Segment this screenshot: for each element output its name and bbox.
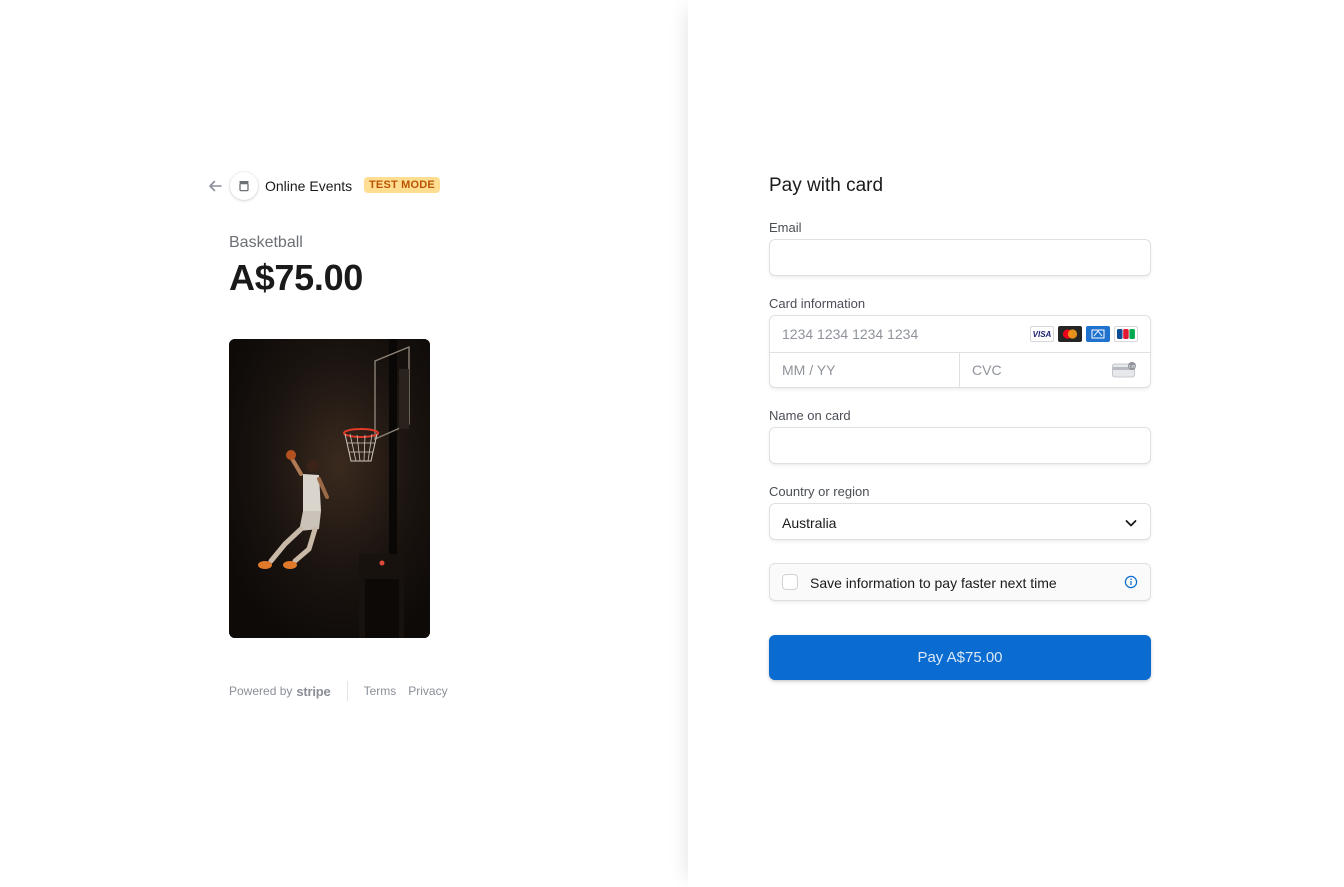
card-number-input[interactable] bbox=[770, 316, 1020, 352]
email-field-wrapper bbox=[769, 239, 1151, 276]
mastercard-icon bbox=[1058, 326, 1082, 342]
cvc-cell: 135 bbox=[960, 352, 1150, 388]
email-field[interactable] bbox=[770, 240, 1150, 275]
info-icon[interactable] bbox=[1124, 575, 1138, 589]
name-on-card-wrapper bbox=[769, 427, 1151, 464]
merchant-name: Online Events bbox=[265, 178, 353, 194]
card-brand-icons: VISA bbox=[1030, 326, 1138, 342]
visa-icon: VISA bbox=[1030, 326, 1054, 342]
jcb-icon bbox=[1114, 326, 1138, 342]
merchant-logo bbox=[230, 172, 258, 200]
country-label: Country or region bbox=[769, 484, 870, 499]
save-info-checkbox[interactable] bbox=[782, 574, 798, 590]
product-summary-pane: Online Events TEST MODE Basketball A$75.… bbox=[0, 0, 688, 887]
card-info-label: Card information bbox=[769, 296, 866, 311]
footer: Powered by stripe Terms Privacy bbox=[229, 681, 448, 701]
form-title: Pay with card bbox=[769, 175, 884, 196]
save-info-box: Save information to pay faster next time bbox=[769, 563, 1151, 601]
powered-by-label: Powered by bbox=[229, 684, 293, 698]
country-value: Australia bbox=[782, 515, 837, 531]
card-number-row: VISA bbox=[770, 316, 1150, 353]
expiry-input[interactable] bbox=[770, 352, 959, 388]
powered-by-stripe[interactable]: Powered by stripe bbox=[229, 684, 331, 699]
email-label: Email bbox=[769, 220, 802, 235]
product-price: A$75.00 bbox=[229, 257, 364, 298]
pay-button[interactable]: Pay A$75.00 bbox=[769, 635, 1151, 680]
expiry-cell bbox=[770, 352, 960, 388]
product-name: Basketball bbox=[229, 234, 303, 251]
store-icon bbox=[239, 181, 249, 192]
save-info-label: Save information to pay faster next time bbox=[810, 575, 1057, 591]
privacy-link[interactable]: Privacy bbox=[408, 684, 447, 698]
test-mode-badge: TEST MODE bbox=[364, 177, 440, 193]
svg-text:135: 135 bbox=[1129, 364, 1136, 369]
stripe-logo: stripe bbox=[296, 683, 331, 699]
cvc-input[interactable] bbox=[960, 352, 1100, 388]
card-back-icon: 135 bbox=[1112, 362, 1136, 378]
country-select[interactable]: Australia bbox=[769, 503, 1151, 540]
chevron-down-icon bbox=[1125, 520, 1137, 527]
amex-icon bbox=[1086, 326, 1110, 342]
footer-divider bbox=[346, 681, 348, 701]
name-on-card-label: Name on card bbox=[769, 408, 851, 423]
arrow-left-icon[interactable] bbox=[206, 177, 224, 195]
card-info-group: VISA bbox=[769, 315, 1151, 388]
name-on-card-field[interactable] bbox=[770, 428, 1150, 463]
product-image bbox=[229, 339, 430, 638]
terms-link[interactable]: Terms bbox=[364, 684, 397, 698]
